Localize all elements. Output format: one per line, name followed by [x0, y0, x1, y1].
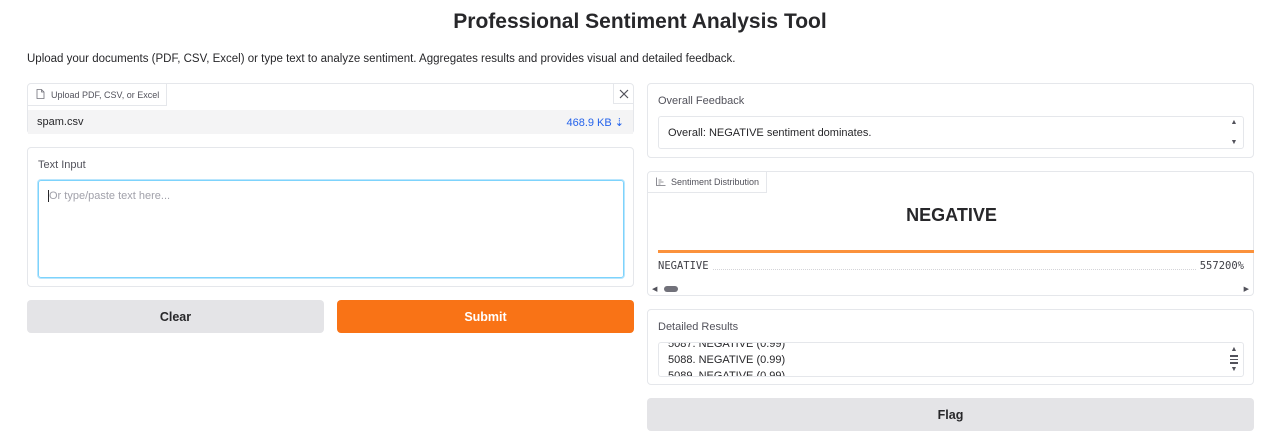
confidence-bar [658, 250, 1254, 253]
text-input-field[interactable]: Or type/paste text here... [38, 180, 624, 278]
result-line: 5087. NEGATIVE (0.99) [668, 342, 786, 350]
confidence-row: NEGATIVE 557200% [658, 259, 1244, 273]
confidence-value: 557200% [1199, 260, 1244, 272]
chevron-left-icon[interactable]: ◀ [652, 285, 657, 293]
overall-feedback-block: Overall Feedback Overall: NEGATIVE senti… [647, 83, 1254, 158]
horizontal-scrollbar[interactable]: ◀ ▶ [652, 284, 1249, 294]
text-input-placeholder: Or type/paste text here... [49, 190, 171, 202]
sentiment-distribution-block: Sentiment Distribution NEGATIVE NEGATIVE… [647, 171, 1254, 296]
clear-button[interactable]: Clear [27, 300, 324, 333]
scrollbar-thumb[interactable] [664, 286, 678, 292]
result-line: 5089. NEGATIVE (0.99) [668, 370, 786, 377]
upload-tab-label: Upload PDF, CSV, or Excel [51, 89, 160, 100]
chevron-right-icon[interactable]: ▶ [1244, 285, 1249, 293]
distribution-tab: Sentiment Distribution [648, 172, 768, 193]
page-title: Professional Sentiment Analysis Tool [453, 10, 827, 33]
overall-feedback-output[interactable]: Overall: NEGATIVE sentiment dominates. ▲… [658, 116, 1244, 149]
detailed-results-output[interactable]: 5087. NEGATIVE (0.99) 5088. NEGATIVE (0.… [658, 342, 1244, 377]
confidence-leader-dots [712, 262, 1196, 270]
file-name: spam.csv [37, 116, 84, 128]
distribution-tab-label: Sentiment Distribution [671, 177, 760, 187]
uploaded-file-row: spam.csv 468.9 KB ⇣ [28, 110, 633, 134]
upload-tab: Upload PDF, CSV, or Excel [28, 84, 168, 106]
file-icon [36, 88, 45, 101]
result-line: 5088. NEGATIVE (0.99) [668, 354, 786, 366]
file-download-link[interactable]: 468.9 KB ⇣ [566, 116, 624, 129]
flag-button[interactable]: Flag [647, 398, 1254, 431]
detailed-results-block: Detailed Results 5087. NEGATIVE (0.99) 5… [647, 309, 1254, 385]
chevron-up-icon[interactable]: ▲ [1231, 346, 1238, 353]
text-input-label: Text Input [38, 159, 86, 171]
resize-grip-icon[interactable] [1230, 355, 1238, 364]
chevron-up-icon[interactable]: ▲ [1231, 119, 1238, 126]
top-sentiment-label: NEGATIVE [906, 205, 997, 225]
overall-scroll-arrows[interactable]: ▲ ▼ [1229, 119, 1239, 146]
close-icon[interactable] [613, 84, 633, 104]
chevron-down-icon[interactable]: ▼ [1231, 366, 1238, 373]
vertical-scrollbar[interactable]: ▲ ▼ [1229, 346, 1239, 373]
file-upload[interactable]: Upload PDF, CSV, or Excel spam.csv 468.9… [27, 83, 634, 134]
page-description: Upload your documents (PDF, CSV, Excel) … [27, 53, 736, 65]
submit-button[interactable]: Submit [337, 300, 634, 333]
overall-feedback-label: Overall Feedback [658, 95, 745, 107]
detailed-results-lines: 5087. NEGATIVE (0.99) 5088. NEGATIVE (0.… [668, 342, 786, 377]
bar-chart-icon [656, 177, 666, 188]
overall-feedback-text: Overall: NEGATIVE sentiment dominates. [668, 126, 872, 139]
text-input-block: Text Input Or type/paste text here... [27, 147, 634, 287]
detailed-results-label: Detailed Results [658, 321, 739, 333]
confidence-bar-fill [658, 250, 1254, 253]
chevron-down-icon[interactable]: ▼ [1231, 139, 1238, 146]
confidence-label: NEGATIVE [658, 260, 709, 272]
